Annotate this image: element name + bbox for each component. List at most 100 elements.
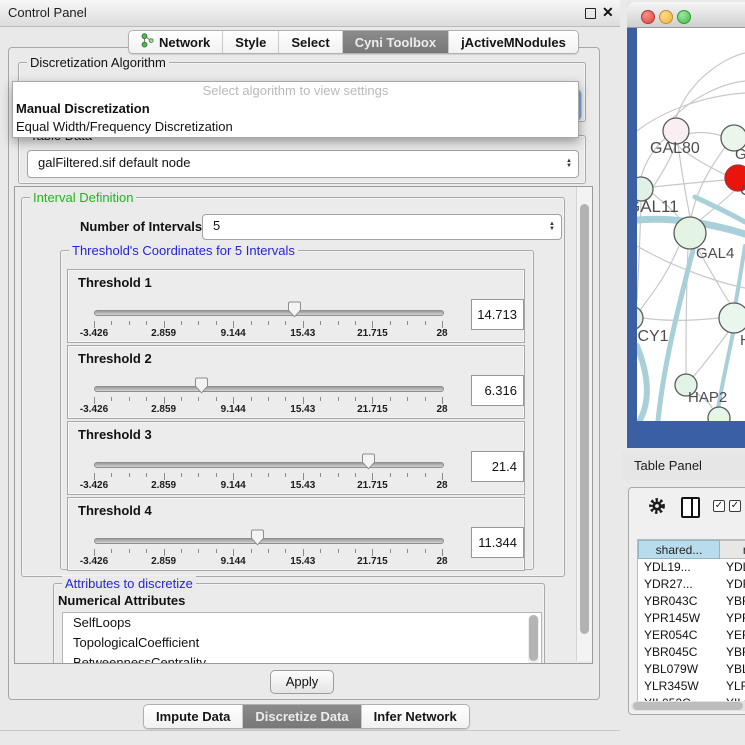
close-icon[interactable]: ✕	[602, 4, 614, 21]
tick-mark	[320, 321, 321, 325]
list-scrollbar[interactable]	[528, 615, 539, 664]
attribute-item-betweennesscentrality[interactable]: BetweennessCentrality	[63, 653, 541, 664]
combo-stepper-icon: ▲▼	[549, 222, 555, 232]
node-label: GAL4	[696, 245, 734, 262]
table-horizontal-scrollbar[interactable]	[631, 701, 745, 711]
cell-name: YBR0	[720, 644, 745, 661]
slider-track[interactable]	[94, 310, 444, 316]
dropdown-item-equal-width[interactable]: Equal Width/Frequency Discretization	[13, 118, 578, 136]
network-node[interactable]	[719, 303, 745, 333]
tick-label: 9.144	[221, 556, 246, 567]
table-row[interactable]: YER054CYER0	[638, 627, 745, 644]
control-panel-titlebar[interactable]: Control Panel ✕	[0, 0, 620, 27]
column-header-name[interactable]: na	[720, 540, 745, 559]
tick-mark	[94, 397, 95, 404]
checkbox-icon[interactable]: ✓	[729, 500, 741, 512]
cell-shared-name: YER054C	[638, 627, 720, 644]
network-window-titlebar[interactable]	[627, 2, 745, 28]
attribute-item-topologicalcoefficient[interactable]: TopologicalCoefficient	[63, 633, 541, 653]
thresholds-group-title: Threshold's Coordinates for 5 Intervals	[69, 243, 298, 258]
tab-cyni-toolbox[interactable]: Cyni Toolbox	[343, 31, 449, 53]
slider-handle[interactable]	[194, 377, 209, 399]
tick-mark	[303, 397, 304, 404]
slider-track[interactable]	[94, 386, 444, 392]
node-table[interactable]: shared... na YDL19...YDL1YDR27...YDR2YBR…	[637, 539, 745, 702]
slider-handle[interactable]	[250, 529, 265, 551]
tick-mark	[216, 321, 217, 325]
network-node[interactable]	[637, 306, 643, 330]
checkbox-icon[interactable]: ✓	[713, 500, 725, 512]
tick-mark	[425, 397, 426, 401]
tick-mark	[338, 321, 339, 325]
threshold-value[interactable]: 14.713	[471, 299, 524, 330]
tab-select[interactable]: Select	[279, 31, 342, 53]
attribute-item-selfloops[interactable]: SelfLoops	[63, 613, 541, 633]
node-label: GAL80	[650, 140, 700, 157]
tick-mark	[111, 473, 112, 477]
tick-mark	[146, 397, 147, 401]
tick-mark	[94, 321, 95, 328]
numerical-attributes-list[interactable]: SelfLoopsTopologicalCoefficientBetweenne…	[62, 612, 542, 664]
tick-mark	[425, 473, 426, 477]
table-panel: ✓ ✓ shared... na YDL19...YDL1YDR27...YDR…	[628, 487, 745, 715]
table-row[interactable]: YPR145WYPR1	[638, 610, 745, 627]
slider-track[interactable]	[94, 538, 444, 544]
thresholds-group: Threshold's Coordinates for 5 Intervals …	[60, 250, 534, 570]
tab-infer-network[interactable]: Infer Network	[362, 705, 469, 728]
tab-discretize-data[interactable]: Discretize Data	[243, 705, 361, 728]
tick-label: 15.43	[290, 404, 315, 415]
tab-impute-data[interactable]: Impute Data	[144, 705, 243, 728]
table-panel-title: Table Panel	[634, 458, 702, 473]
table-row[interactable]: YDR27...YDR2	[638, 576, 745, 593]
node-label: C	[740, 182, 745, 199]
table-hscrollbar-thumb[interactable]	[633, 702, 743, 710]
settings-scrollbar[interactable]	[576, 187, 592, 661]
tick-mark	[268, 549, 269, 553]
slider-handle[interactable]	[361, 453, 376, 475]
dropdown-item-manual[interactable]: Manual Discretization	[13, 100, 578, 118]
tick-mark	[407, 397, 408, 401]
settings-scrollbar-thumb[interactable]	[580, 204, 589, 634]
tab-jactivemnodules[interactable]: jActiveMNodules	[449, 31, 578, 53]
number-of-intervals-combobox[interactable]: 5 ▲▼	[202, 214, 562, 240]
close-traffic-light-icon[interactable]	[641, 10, 655, 24]
table-data-combobox[interactable]: galFiltered.sif default node ▲▼	[27, 150, 579, 178]
slider-handle[interactable]	[287, 301, 302, 323]
tick-label: 15.43	[290, 480, 315, 491]
float-window-icon[interactable]	[585, 8, 596, 19]
list-scrollbar-thumb[interactable]	[529, 615, 538, 661]
tick-mark	[198, 549, 199, 553]
tick-mark	[268, 473, 269, 477]
tab-network[interactable]: Network	[129, 31, 223, 53]
zoom-traffic-light-icon[interactable]	[677, 10, 691, 24]
tick-mark	[111, 397, 112, 401]
columns-icon[interactable]	[681, 497, 700, 518]
interval-definition-title: Interval Definition	[30, 190, 136, 205]
tick-mark	[164, 397, 165, 404]
combo-stepper-icon: ▲▼	[566, 159, 572, 169]
table-row[interactable]: YBL079WYBL0	[638, 661, 745, 678]
apply-button[interactable]: Apply	[270, 670, 334, 694]
threshold-panel-1: Threshold 1-3.4262.8599.14415.4321.71528…	[67, 269, 525, 343]
table-row[interactable]: YBR043CYBR0	[638, 593, 745, 610]
threshold-value[interactable]: 21.4	[471, 451, 524, 482]
slider-track[interactable]	[94, 462, 444, 468]
tick-mark	[442, 549, 443, 556]
network-canvas[interactable]: GAL80GACGAL11GAL4GCY1HHAP2	[637, 28, 745, 421]
tick-mark	[355, 473, 356, 477]
threshold-value[interactable]: 6.316	[471, 375, 524, 406]
table-row[interactable]: YLR345WYLR3	[638, 678, 745, 695]
network-node[interactable]	[708, 407, 730, 421]
threshold-value[interactable]: 11.344	[471, 527, 524, 558]
table-data-group: Table Data galFiltered.sif default node …	[18, 135, 586, 184]
table-panel-titlebar[interactable]: Table Panel	[622, 452, 745, 480]
gear-icon[interactable]	[647, 496, 667, 516]
table-row[interactable]: YBR045CYBR0	[638, 644, 745, 661]
tick-mark	[164, 549, 165, 556]
tab-style[interactable]: Style	[223, 31, 279, 53]
table-row[interactable]: YDL19...YDL1	[638, 559, 745, 576]
column-header-shared-name[interactable]: shared...	[638, 540, 720, 559]
algorithm-group-title: Discretization Algorithm	[27, 55, 169, 70]
minimize-traffic-light-icon[interactable]	[659, 10, 673, 24]
tick-mark	[216, 549, 217, 553]
